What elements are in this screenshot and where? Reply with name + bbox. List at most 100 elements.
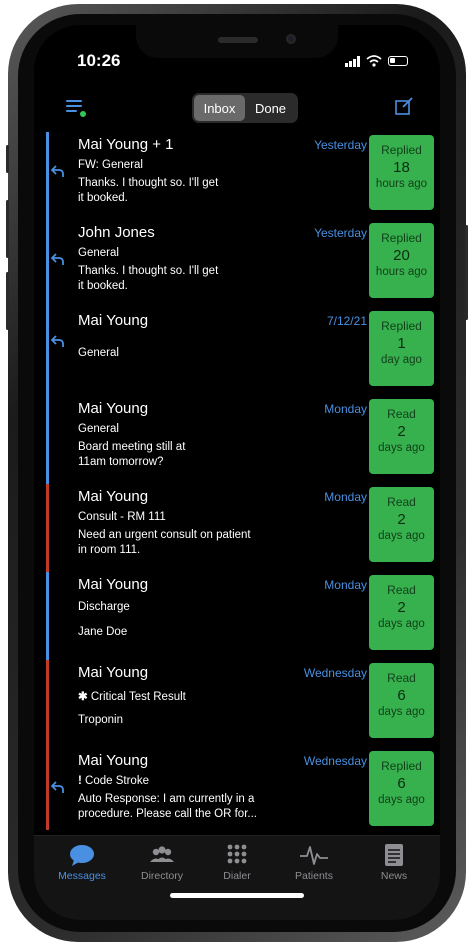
message-subject: General xyxy=(78,423,119,435)
people-icon xyxy=(150,846,174,862)
tab-label-dialer: Dialer xyxy=(223,870,251,882)
message-subject: Discharge xyxy=(78,601,130,613)
message-subject: Consult - RM 111 xyxy=(78,511,166,523)
status-label: Replied xyxy=(381,319,422,333)
inbox-done-segmented-control: Inbox Done xyxy=(192,93,298,123)
status-unit: hours ago xyxy=(375,266,428,278)
message-preview-line-2: procedure. Please call the OR for... xyxy=(78,808,257,820)
message-row[interactable]: Mai Young Monday Consult - RM 111 Need an u… xyxy=(34,484,440,572)
priority-marker: ✱ xyxy=(78,691,88,703)
keypad-icon xyxy=(227,844,247,864)
reply-arrow-icon xyxy=(51,781,64,793)
priority-bar xyxy=(46,220,49,308)
side-button-left-2 xyxy=(6,200,9,258)
message-status-card: Read 6 days ago xyxy=(369,663,434,738)
segment-inbox[interactable]: Inbox xyxy=(194,95,245,121)
message-status-card: Read 2 days ago xyxy=(369,575,434,650)
message-subject-text: Consult - RM 111 xyxy=(78,511,166,523)
tab-dialer[interactable]: Dialer xyxy=(197,842,277,882)
home-indicator[interactable] xyxy=(170,893,304,898)
message-subject-text: General xyxy=(78,247,119,259)
side-button-left-3 xyxy=(6,272,9,330)
message-date: 7/12/21 xyxy=(326,314,367,328)
tab-news[interactable]: News xyxy=(354,842,434,882)
sender-name: Mai Young + 1 xyxy=(78,136,174,153)
status-unit: days ago xyxy=(378,706,425,718)
sender-name: Mai Young xyxy=(78,752,149,769)
status-icons xyxy=(345,55,408,67)
sender-name: Mai Young xyxy=(78,488,149,505)
message-row[interactable]: Mai Young Monday Discharge Jane Doe Read 2 day… xyxy=(34,572,440,660)
status-count: 2 xyxy=(397,423,406,440)
tab-directory[interactable]: Directory xyxy=(122,842,202,882)
wifi-icon xyxy=(366,55,382,67)
message-preview-line-2: it booked. xyxy=(78,192,128,204)
message-subject-text: Critical Test Result xyxy=(90,691,186,703)
status-count: 2 xyxy=(397,599,406,616)
app-screen: 10:26 Inbox Done Mai Young + 1 Yesterday F… xyxy=(34,25,440,920)
message-subject-text: General xyxy=(78,347,119,359)
message-row[interactable]: Mai Young 7/12/21 General Replied 1 day ago xyxy=(34,308,440,396)
status-label: Read xyxy=(387,407,416,421)
sender-name: Mai Young xyxy=(78,664,149,681)
message-preview-line-1: Thanks. I thought so. I'll get xyxy=(78,177,219,189)
message-subject: General xyxy=(78,347,119,359)
status-label: Replied xyxy=(381,759,422,773)
status-count: 18 xyxy=(393,159,410,176)
message-subject: ! Code Stroke xyxy=(78,775,149,787)
priority-bar xyxy=(46,132,49,220)
status-unit: days ago xyxy=(378,618,425,630)
status-label: Read xyxy=(387,671,416,685)
message-subject-text: Discharge xyxy=(78,601,130,613)
menu-icon[interactable] xyxy=(66,98,87,118)
message-subject-text: Code Stroke xyxy=(85,775,149,787)
status-label: Replied xyxy=(381,231,422,245)
priority-bar xyxy=(46,748,49,830)
sender-name: John Jones xyxy=(78,224,155,241)
message-date: Yesterday xyxy=(314,138,367,152)
status-count: 2 xyxy=(397,511,406,528)
battery-icon xyxy=(388,56,408,66)
status-label: Read xyxy=(387,495,416,509)
status-unit: days ago xyxy=(378,530,425,542)
message-date: Monday xyxy=(324,578,367,592)
message-preview-line-1: Thanks. I thought so. I'll get xyxy=(78,265,219,277)
tab-patients[interactable]: Patients xyxy=(274,842,354,882)
reply-arrow-icon xyxy=(51,253,64,265)
message-preview-line-2: in room 111. xyxy=(78,544,141,556)
message-status-card: Replied 20 hours ago xyxy=(369,223,434,298)
tab-label-directory: Directory xyxy=(140,870,183,882)
priority-bar xyxy=(46,484,49,572)
status-count: 20 xyxy=(393,247,410,264)
reply-arrow-icon xyxy=(51,165,64,177)
camera xyxy=(286,34,296,44)
status-count: 1 xyxy=(397,335,406,352)
message-row[interactable]: Mai Young Monday General Board meeting stil… xyxy=(34,396,440,484)
message-date: Yesterday xyxy=(314,226,367,240)
sender-name: Mai Young xyxy=(78,400,149,417)
message-row[interactable]: John Jones Yesterday General Thanks. I thou… xyxy=(34,220,440,308)
message-date: Wednesday xyxy=(303,754,367,768)
status-unit: day ago xyxy=(381,354,422,366)
message-row[interactable]: Mai Young Wednesday ! Code Stroke Auto Resp… xyxy=(34,748,440,830)
message-subject-text: General xyxy=(78,423,119,435)
status-label: Read xyxy=(387,583,416,597)
segment-done[interactable]: Done xyxy=(245,95,296,121)
priority-bar xyxy=(46,308,49,396)
message-status-card: Replied 1 day ago xyxy=(369,311,434,386)
message-subject: FW: General xyxy=(78,159,143,171)
tab-label-messages: Messages xyxy=(58,870,106,882)
priority-bar xyxy=(46,396,49,484)
message-status-card: Replied 18 hours ago xyxy=(369,135,434,210)
message-status-card: Read 2 days ago xyxy=(369,399,434,474)
sender-name: Mai Young xyxy=(78,576,149,593)
status-unit: days ago xyxy=(378,442,425,454)
message-row[interactable]: Mai Young Wednesday ✱ Critical Test Result… xyxy=(34,660,440,748)
compose-icon[interactable] xyxy=(394,96,414,116)
sender-name: Mai Young xyxy=(78,312,149,329)
message-preview-line-1: Auto Response: I am currently in a xyxy=(78,793,255,805)
message-row[interactable]: Mai Young + 1 Yesterday FW: General Thanks.… xyxy=(34,132,440,220)
tab-messages[interactable]: Messages xyxy=(42,842,122,882)
status-time: 10:26 xyxy=(77,51,121,70)
reply-arrow-icon xyxy=(51,335,64,347)
